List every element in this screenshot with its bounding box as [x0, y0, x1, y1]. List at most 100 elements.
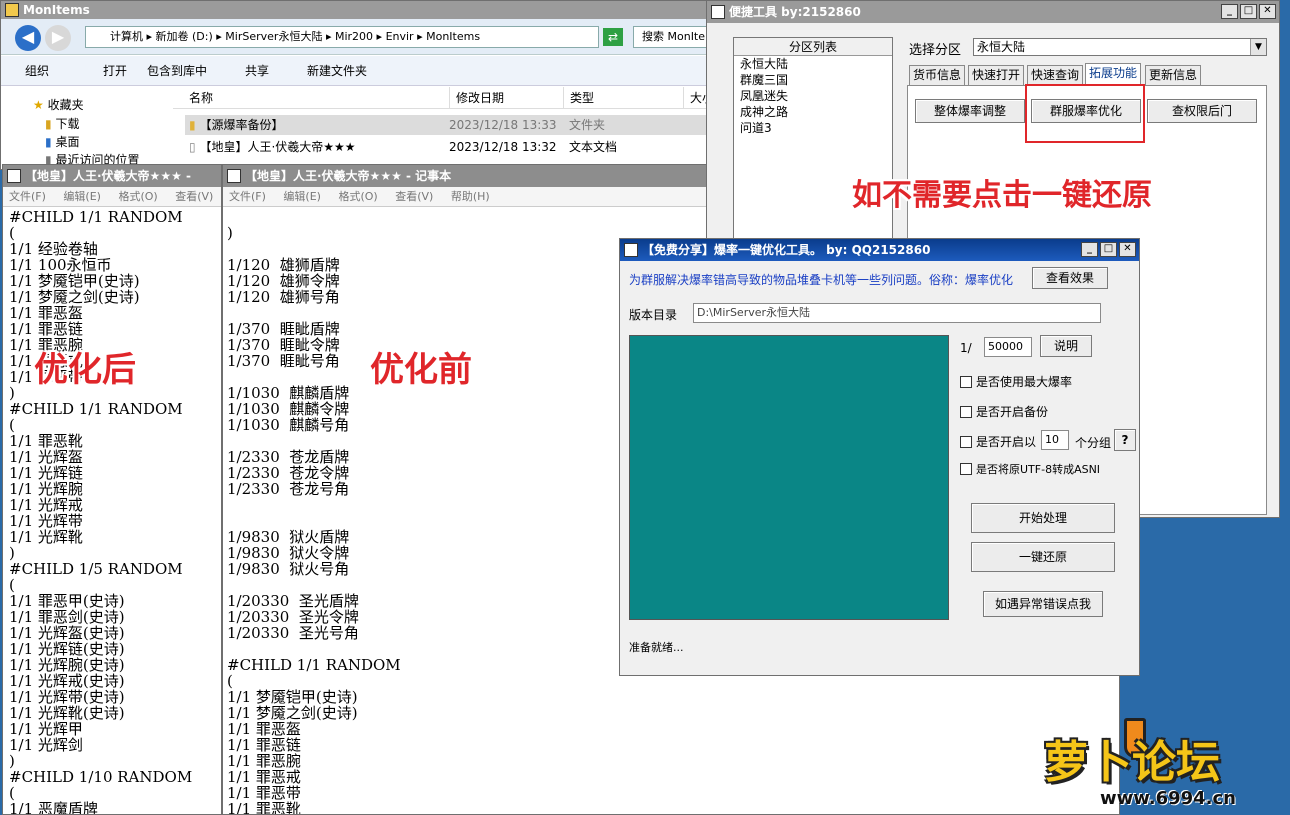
tab-currency[interactable]: 货币信息: [909, 65, 966, 85]
restore-button[interactable]: 一键还原: [971, 542, 1115, 572]
close-button[interactable]: ✕: [1119, 242, 1136, 257]
notepad-after-text[interactable]: #CHILD 1/1 RANDOM(1/1 经验卷轴 1/1 100永恒币 1/1 …: [9, 209, 221, 815]
menu-edit[interactable]: 编辑(E): [63, 190, 101, 203]
text-line: 1/1 光辉靴(史诗): [9, 704, 125, 722]
address-crumb[interactable]: 计算机: [110, 30, 143, 43]
menu-edit[interactable]: 编辑(E): [283, 190, 321, 203]
explorer-toolbar: 组织 打开 包含到库中 共享 新建文件夹: [1, 56, 719, 86]
back-icon[interactable]: ◀: [15, 25, 41, 51]
zone-item[interactable]: 问道3: [734, 120, 892, 136]
address-field[interactable]: 计算机 ▸ 新加卷 (D:) ▸ MirServer永恒大陆 ▸ Mir200 …: [85, 26, 599, 48]
checkbox-box[interactable]: [960, 435, 972, 448]
nav-label: 桌面: [55, 135, 80, 149]
text-line: 1/1 罪恶剑(史诗): [9, 608, 125, 626]
zone-item[interactable]: 群魔三国: [734, 72, 892, 88]
dir-field[interactable]: D:\MirServer永恒大陆: [693, 303, 1101, 323]
col-name[interactable]: 名称: [189, 87, 213, 109]
ratio-label: 1/: [960, 341, 972, 355]
address-crumb[interactable]: Envir: [386, 30, 414, 43]
zone-item[interactable]: 成神之路: [734, 104, 892, 120]
text-line: 1/1 经验卷轴: [9, 240, 98, 258]
share-button[interactable]: 共享: [245, 56, 269, 86]
address-crumb[interactable]: 新加卷 (D:): [156, 30, 213, 43]
text-line: 1/1 光辉戒(史诗): [9, 672, 125, 690]
checkbox-box[interactable]: [960, 405, 972, 418]
text-line: (: [9, 784, 15, 802]
col-date[interactable]: 修改日期: [449, 87, 504, 109]
check-backdoor-button[interactable]: 查权限后门: [1147, 99, 1257, 123]
address-crumb[interactable]: MirServer永恒大陆: [225, 30, 322, 43]
zone-item[interactable]: 凤凰迷失: [734, 88, 892, 104]
file-name: 【地皇】人王·伏羲大帝★★★: [199, 140, 356, 154]
checkbox-label: 是否开启以: [976, 435, 1037, 449]
tab-updates[interactable]: 更新信息: [1145, 65, 1202, 85]
col-type[interactable]: 类型: [563, 87, 594, 109]
text-line: 1/1 恶魔盾牌: [9, 800, 98, 815]
notepad-after-menu: 文件(F) 编辑(E) 格式(O) 查看(V): [3, 187, 221, 207]
menu-view[interactable]: 查看(V): [175, 190, 213, 203]
menu-format[interactable]: 格式(O): [118, 190, 157, 203]
close-button[interactable]: ✕: [1259, 4, 1276, 19]
zone-item[interactable]: 永恒大陆: [734, 56, 892, 72]
refresh-icon[interactable]: ⇄: [603, 28, 623, 46]
view-effect-button[interactable]: 查看效果: [1032, 267, 1108, 289]
explorer-window: MonItems ◀ ▶ 计算机 ▸ 新加卷 (D:) ▸ MirServer永…: [0, 0, 720, 170]
chevron-down-icon[interactable]: ▼: [1250, 39, 1266, 55]
nav-downloads[interactable]: ▮ 下载: [45, 115, 79, 132]
text-line: 1/1 罪恶靴: [227, 800, 301, 815]
opt-group-checkbox[interactable]: 是否开启以: [960, 433, 1036, 450]
address-crumb[interactable]: Mir200: [335, 30, 373, 43]
text-file-icon: ▯: [189, 140, 196, 154]
zone-select[interactable]: 永恒大陆 ▼: [973, 38, 1267, 56]
text-line: 1/1 罪恶盔: [227, 720, 301, 738]
text-line: ): [9, 752, 15, 770]
group-count-input[interactable]: 10: [1041, 430, 1069, 450]
text-line: #CHILD 1/1 RANDOM: [9, 209, 183, 226]
menu-file[interactable]: 文件(F): [229, 190, 266, 203]
group-help-button[interactable]: ?: [1114, 429, 1136, 451]
tab-quick-query[interactable]: 快速查询: [1027, 65, 1084, 85]
file-row[interactable]: ▯ 【地皇】人王·伏羲大帝★★★ 2023/12/18 13:32 文本文档: [185, 137, 719, 157]
tab-quick-open[interactable]: 快速打开: [968, 65, 1025, 85]
opt-max-checkbox[interactable]: 是否使用最大爆率: [960, 373, 1072, 390]
text-line: 1/1 光辉腕: [9, 480, 83, 498]
watermark-url: www.6994.cn: [1100, 788, 1236, 809]
forward-icon[interactable]: ▶: [45, 25, 71, 51]
opt-backup-checkbox[interactable]: 是否开启备份: [960, 403, 1048, 420]
file-row[interactable]: ▮ 【源爆率备份】 2023/12/18 13:33 文件夹: [185, 115, 719, 135]
include-library-button[interactable]: 包含到库中: [147, 56, 207, 86]
text-line: #CHILD 1/10 RANDOM: [9, 768, 193, 786]
text-line: 1/1 梦魇之剑(史诗): [9, 288, 140, 306]
menu-file[interactable]: 文件(F): [9, 190, 46, 203]
minimize-button[interactable]: _: [1081, 242, 1098, 257]
text-line: (: [9, 224, 15, 242]
organize-button[interactable]: 组织: [25, 56, 49, 86]
ratio-input[interactable]: 50000: [984, 337, 1032, 357]
minimize-button[interactable]: _: [1221, 4, 1238, 19]
status-text: 准备就绪...: [629, 641, 684, 654]
menu-format[interactable]: 格式(O): [338, 190, 377, 203]
text-line: #CHILD 1/5 RANDOM: [9, 560, 183, 578]
new-folder-button[interactable]: 新建文件夹: [307, 56, 367, 86]
open-button[interactable]: 打开: [103, 56, 127, 86]
address-crumb[interactable]: MonItems: [426, 30, 480, 43]
menu-view[interactable]: 查看(V): [395, 190, 433, 203]
tab-extensions[interactable]: 拓展功能: [1085, 63, 1142, 85]
report-error-button[interactable]: 如遇异常错误点我: [983, 591, 1103, 617]
folder-icon: [5, 3, 19, 17]
text-line: #CHILD 1/1 RANDOM: [9, 400, 183, 418]
nav-desktop[interactable]: ▮ 桌面: [45, 133, 79, 150]
file-date: 2023/12/18 13:33: [449, 118, 557, 132]
start-button[interactable]: 开始处理: [971, 503, 1115, 533]
opt-utf-checkbox[interactable]: 是否将原UTF-8转成ASNI: [960, 461, 1100, 477]
nav-favorites[interactable]: ★ 收藏夹: [33, 96, 84, 113]
checkbox-box[interactable]: [960, 463, 972, 475]
quick-tool-titlebar: 便捷工具 by:2152860 _ □ ✕: [707, 1, 1279, 23]
nav-label: 下载: [55, 117, 80, 131]
checkbox-box[interactable]: [960, 375, 972, 388]
explain-button[interactable]: 说明: [1040, 335, 1092, 357]
maximize-button[interactable]: □: [1240, 4, 1257, 19]
menu-help[interactable]: 帮助(H): [451, 190, 490, 203]
overall-rate-button[interactable]: 整体爆率调整: [915, 99, 1025, 123]
maximize-button[interactable]: □: [1100, 242, 1117, 257]
